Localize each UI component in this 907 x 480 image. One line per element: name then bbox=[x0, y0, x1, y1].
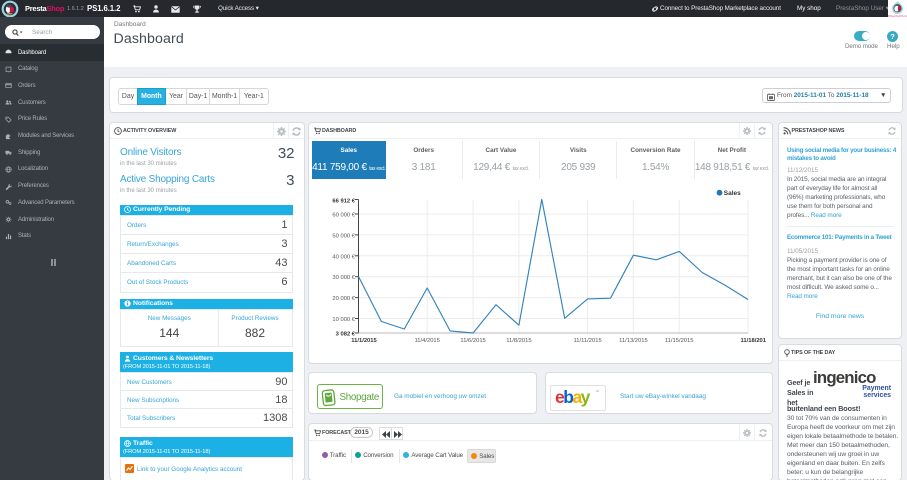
svg-text:40 000 €: 40 000 € bbox=[332, 254, 355, 260]
svg-text:11/11/2015: 11/11/2015 bbox=[574, 338, 602, 344]
svg-text:60 000 €: 60 000 € bbox=[332, 213, 355, 219]
svg-text:30 000 €: 30 000 € bbox=[332, 275, 355, 281]
svg-text:11/18/201: 11/18/201 bbox=[741, 338, 767, 344]
svg-text:11/8/2015: 11/8/2015 bbox=[506, 338, 531, 344]
svg-text:11/15/2015: 11/15/2015 bbox=[665, 338, 694, 344]
svg-text:11/13/2015: 11/13/2015 bbox=[619, 338, 648, 344]
svg-text:11/1/2015: 11/1/2015 bbox=[351, 338, 377, 344]
svg-text:20 000 €: 20 000 € bbox=[332, 296, 355, 302]
svg-text:50 000 €: 50 000 € bbox=[332, 233, 355, 239]
svg-text:11/6/2015: 11/6/2015 bbox=[460, 338, 485, 344]
svg-text:66 912 €: 66 912 € bbox=[332, 199, 355, 205]
svg-text:11/4/2015: 11/4/2015 bbox=[415, 338, 440, 344]
svg-text:3 082 €: 3 082 € bbox=[336, 332, 356, 338]
svg-text:10 000 €: 10 000 € bbox=[332, 317, 355, 323]
svg-text:Sales: Sales bbox=[724, 190, 741, 197]
